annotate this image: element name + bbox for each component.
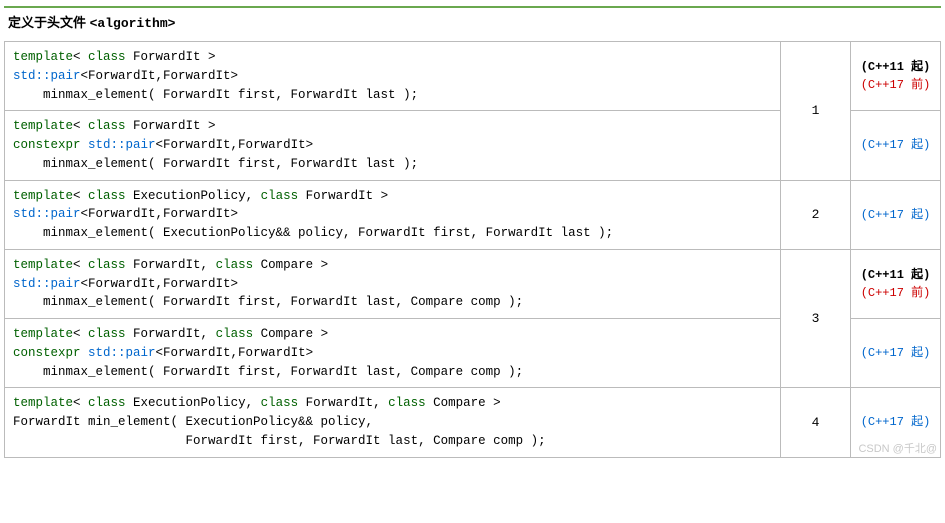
version-cell: (C++17 起) (851, 388, 941, 457)
header-file: <algorithm> (90, 16, 176, 31)
version-cell: (C++17 起) (851, 111, 941, 180)
code-cell: template< class ForwardIt > constexpr st… (5, 111, 781, 180)
table-row: template< class ForwardIt, class Compare… (5, 249, 941, 318)
overload-number: 2 (781, 180, 851, 249)
version-cell: (C++11 起)(C++17 前) (851, 249, 941, 318)
overload-number: 4 (781, 388, 851, 457)
table-row: template< class ExecutionPolicy, class F… (5, 180, 941, 249)
header-prefix: 定义于头文件 (8, 15, 90, 30)
code-cell: template< class ForwardIt, class Compare… (5, 319, 781, 388)
code-cell: template< class ForwardIt > std::pair<Fo… (5, 42, 781, 111)
version-cell: (C++17 起) (851, 319, 941, 388)
table-row: template< class ExecutionPolicy, class F… (5, 388, 941, 457)
overload-number: 1 (781, 42, 851, 181)
code-cell: template< class ForwardIt, class Compare… (5, 249, 781, 318)
header: 定义于头文件 <algorithm> (4, 6, 941, 41)
version-cell: (C++11 起)(C++17 前) (851, 42, 941, 111)
code-cell: template< class ExecutionPolicy, class F… (5, 180, 781, 249)
decl-table: template< class ForwardIt > std::pair<Fo… (4, 41, 941, 458)
version-cell: (C++17 起) (851, 180, 941, 249)
overload-number: 3 (781, 249, 851, 388)
table-row: template< class ForwardIt > std::pair<Fo… (5, 42, 941, 111)
code-cell: template< class ExecutionPolicy, class F… (5, 388, 781, 457)
